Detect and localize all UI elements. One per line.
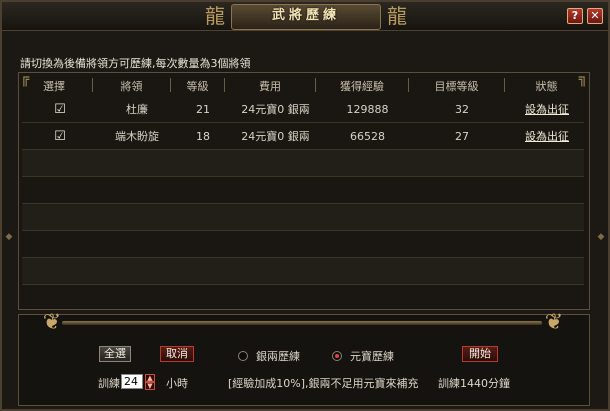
dragon-left-icon: 龍 — [205, 4, 225, 28]
general-name: 杜廉 — [126, 103, 148, 116]
hours-unit: 小時 — [166, 377, 188, 390]
help-button[interactable]: ? — [567, 8, 583, 24]
general-level: 18 — [196, 129, 210, 143]
dragon-head-left-icon: ❦ — [42, 310, 62, 335]
set-deploy-link[interactable]: 設為出征 — [525, 130, 569, 143]
header-status: 狀態 — [504, 78, 588, 93]
table-row[interactable]: ☑ 端木盼旋 18 24元寶0 銀兩 66528 27 設為出征 — [22, 123, 584, 150]
table-row[interactable]: ☑ 杜廉 21 24元寶0 銀兩 129888 32 設為出征 — [22, 96, 584, 123]
hours-input[interactable]: 24 — [121, 374, 143, 389]
header-target-level: 目標等級 — [408, 78, 504, 93]
exp-bonus-notice: [經驗加成10%],銀兩不足用元寶來補充 — [228, 377, 419, 390]
ornament-rod — [62, 321, 542, 325]
training-window: 龍 武將歷練 龍 ? ✕ ◆ ◆ 請切換為後備將領方可歷練,每次數量為3個將領 … — [0, 0, 610, 411]
radio-silver-label: 銀兩歷練 — [256, 350, 300, 363]
window-title: 武將歷練 — [231, 4, 381, 30]
hours-up-icon[interactable]: ▲ — [145, 374, 155, 382]
table-header: 選擇 將領 等級 費用 獲得經驗 目標等級 狀態 — [16, 78, 588, 93]
empty-row — [22, 285, 584, 307]
header-select: 選擇 — [43, 80, 65, 93]
radio-yuanbao-training[interactable]: 元寶歷練 — [332, 348, 394, 364]
right-ornament-icon: ◆ — [597, 232, 605, 242]
training-cost: 24元寶0 銀兩 — [241, 103, 310, 116]
close-button[interactable]: ✕ — [587, 8, 603, 24]
radio-silver-training[interactable]: 銀兩歷練 — [238, 348, 300, 364]
set-deploy-link[interactable]: 設為出征 — [525, 103, 569, 116]
empty-row — [22, 150, 584, 177]
train-label: 訓練 — [98, 377, 120, 390]
empty-row — [22, 258, 584, 285]
gained-exp: 129888 — [346, 102, 389, 116]
empty-row — [22, 231, 584, 258]
header-cost: 費用 — [224, 78, 315, 93]
start-button[interactable]: 開始 — [462, 346, 498, 362]
radio-circle-icon[interactable] — [238, 351, 248, 361]
dragon-right-icon: 龍 — [387, 4, 407, 28]
header-general: 將領 — [92, 78, 170, 93]
dragon-head-right-icon: ❦ — [544, 310, 564, 335]
radio-selected-icon[interactable] — [332, 351, 342, 361]
row-checkbox[interactable]: ☑ — [54, 129, 66, 144]
training-cost: 24元寶0 銀兩 — [241, 130, 310, 143]
header-level: 等級 — [170, 78, 224, 93]
select-all-button[interactable]: 全選 — [99, 346, 131, 362]
row-checkbox[interactable]: ☑ — [54, 102, 66, 117]
title-bar[interactable]: 龍 武將歷練 龍 ? ✕ — [2, 2, 608, 31]
target-level: 32 — [455, 102, 469, 116]
hours-down-icon[interactable]: ▼ — [145, 382, 155, 390]
radio-yuanbao-label: 元寶歷練 — [350, 350, 394, 363]
gained-exp: 66528 — [350, 129, 385, 143]
instruction-text: 請切換為後備將領方可歷練,每次數量為3個將領 — [20, 57, 251, 70]
empty-row — [22, 177, 584, 204]
cancel-button[interactable]: 取消 — [160, 346, 194, 362]
train-total-minutes: 訓練1440分鐘 — [438, 377, 510, 390]
left-ornament-icon: ◆ — [5, 232, 13, 242]
general-name: 端木盼旋 — [115, 130, 159, 143]
header-exp: 獲得經驗 — [315, 78, 408, 93]
empty-row — [22, 204, 584, 231]
target-level: 27 — [455, 129, 469, 143]
general-level: 21 — [196, 102, 210, 116]
